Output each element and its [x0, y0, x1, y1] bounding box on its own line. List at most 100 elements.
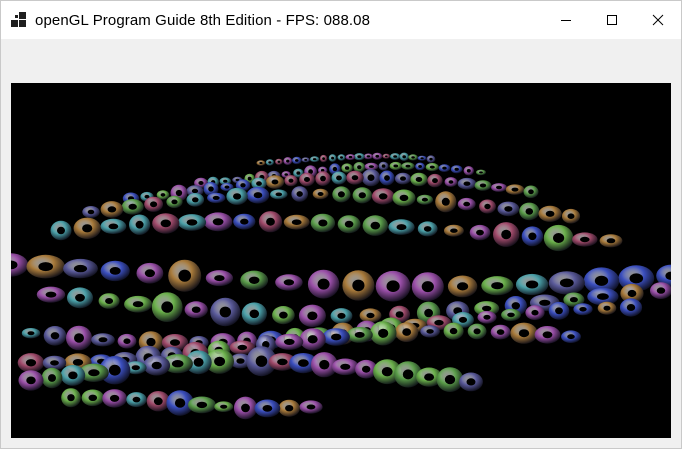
- close-button[interactable]: [635, 1, 681, 39]
- torus: [447, 275, 478, 298]
- torus: [98, 293, 120, 309]
- torus: [299, 400, 323, 414]
- torus: [427, 173, 443, 188]
- torus: [258, 211, 283, 233]
- torus: [399, 152, 409, 161]
- torus: [315, 171, 331, 186]
- torus: [292, 156, 302, 165]
- torus: [331, 358, 359, 376]
- torus: [410, 172, 428, 187]
- torus: [270, 189, 288, 200]
- torus: [548, 271, 585, 295]
- torus: [246, 186, 270, 204]
- torus: [491, 183, 507, 192]
- torus: [354, 153, 365, 161]
- torus: [510, 322, 538, 344]
- torus: [284, 175, 298, 187]
- torus: [457, 197, 476, 211]
- torus: [136, 262, 164, 284]
- torus: [275, 333, 304, 350]
- torus: [417, 155, 427, 161]
- torus: [481, 276, 514, 296]
- title-bar[interactable]: openGL Program Guide 8th Edition - FPS: …: [1, 1, 681, 39]
- torus: [240, 270, 269, 290]
- torus: [476, 169, 486, 176]
- torus: [332, 186, 351, 203]
- torus: [444, 224, 464, 237]
- torus: [331, 171, 347, 185]
- torus: [226, 187, 248, 205]
- torus: [275, 274, 303, 291]
- torus: [474, 180, 492, 191]
- torus: [375, 270, 411, 302]
- torus: [241, 302, 267, 326]
- torus: [275, 158, 283, 165]
- torus: [525, 305, 545, 321]
- torus: [61, 388, 81, 408]
- torus: [416, 194, 433, 205]
- torus: [443, 322, 464, 340]
- torus: [490, 324, 511, 340]
- torus: [438, 164, 451, 172]
- torus: [548, 301, 570, 320]
- torus: [497, 201, 520, 217]
- maximize-icon: [607, 15, 617, 25]
- torus: [395, 322, 419, 342]
- torus: [144, 196, 164, 212]
- torus: [382, 153, 391, 159]
- torus: [283, 214, 310, 230]
- torus: [188, 396, 216, 414]
- torus: [100, 201, 124, 218]
- torus: [254, 399, 281, 418]
- torus: [328, 154, 337, 162]
- minimize-icon: [561, 20, 571, 21]
- torus: [519, 202, 540, 221]
- torus: [467, 323, 487, 340]
- torus: [561, 208, 581, 224]
- torus: [572, 232, 598, 247]
- torus: [184, 301, 208, 319]
- torus: [361, 169, 381, 187]
- torus: [426, 155, 436, 163]
- torus: [469, 224, 491, 241]
- torus: [152, 213, 180, 234]
- torus: [543, 224, 574, 252]
- torus: [36, 286, 66, 303]
- torus: [42, 355, 67, 371]
- torus: [395, 172, 411, 185]
- torus-scene: [11, 152, 671, 420]
- torus: [378, 161, 389, 171]
- torus: [299, 328, 326, 351]
- torus: [457, 177, 477, 190]
- torus: [459, 372, 483, 392]
- minimize-button[interactable]: [543, 1, 589, 39]
- opengl-viewport[interactable]: [11, 83, 671, 438]
- torus: [168, 259, 202, 292]
- torus: [493, 222, 520, 247]
- torus: [479, 199, 496, 214]
- torus: [337, 154, 346, 161]
- torus: [505, 184, 525, 195]
- close-icon: [652, 14, 664, 26]
- maximize-button[interactable]: [589, 1, 635, 39]
- torus: [436, 367, 464, 392]
- torus: [11, 253, 29, 277]
- torus: [345, 154, 356, 161]
- torus: [256, 160, 266, 166]
- torus: [561, 330, 581, 343]
- app-window-icon: [11, 12, 27, 28]
- torus: [435, 191, 457, 213]
- torus: [146, 391, 170, 412]
- torus: [420, 325, 440, 338]
- torus: [18, 370, 44, 391]
- torus: [41, 367, 63, 389]
- torus: [117, 333, 137, 349]
- torus: [210, 297, 241, 327]
- torus: [73, 217, 101, 239]
- torus: [60, 365, 86, 386]
- torus: [346, 327, 373, 343]
- torus: [43, 326, 67, 346]
- torus: [26, 254, 65, 279]
- torus: [100, 260, 130, 282]
- torus: [408, 154, 418, 161]
